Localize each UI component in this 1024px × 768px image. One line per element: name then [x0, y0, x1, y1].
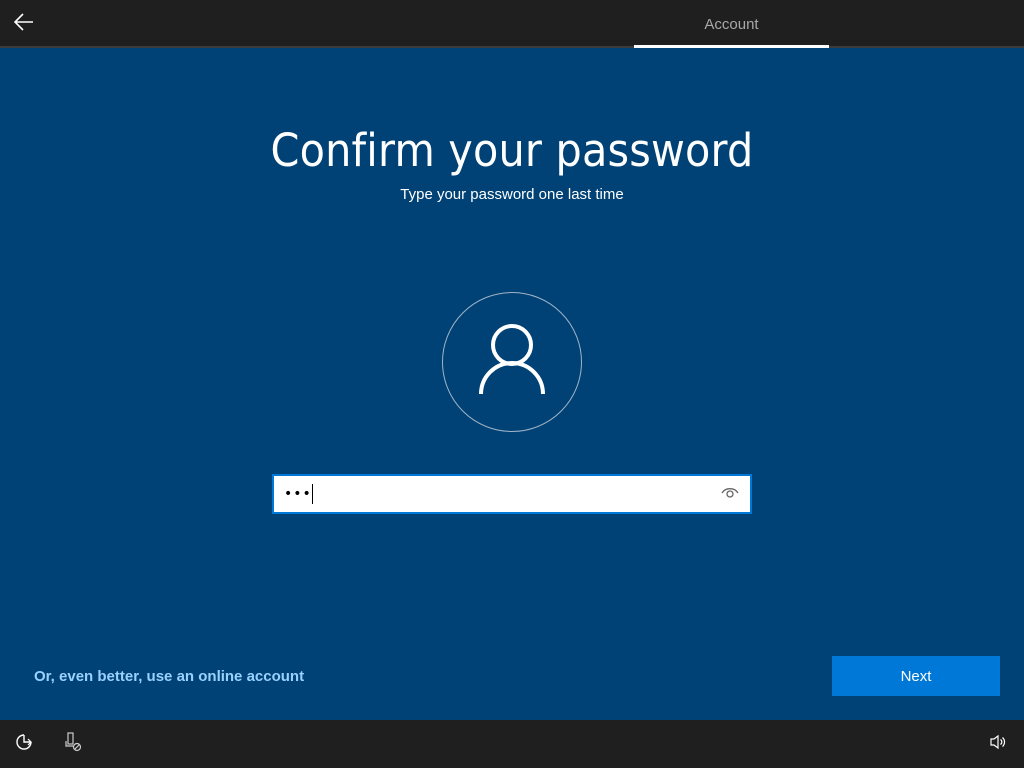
arrow-left-icon	[13, 12, 34, 36]
bottom-bar	[0, 720, 1024, 768]
back-button[interactable]	[10, 10, 38, 38]
text-caret	[311, 484, 313, 504]
active-tab-indicator	[634, 45, 829, 48]
online-account-link[interactable]: Or, even better, use an online account	[34, 668, 304, 685]
top-bar: Account	[0, 0, 1024, 48]
eye-icon	[720, 485, 740, 504]
next-button[interactable]: Next	[832, 656, 1000, 696]
password-value: •••	[284, 486, 312, 502]
reveal-password-button[interactable]	[718, 484, 742, 504]
avatar	[442, 292, 582, 432]
volume-button[interactable]	[986, 732, 1010, 756]
password-input[interactable]: •••	[272, 474, 752, 514]
microphone-off-icon	[64, 731, 82, 757]
microphone-button[interactable]	[61, 731, 85, 757]
ease-of-access-icon	[15, 733, 33, 756]
tab-account[interactable]: Account	[634, 0, 829, 48]
user-icon	[477, 322, 547, 403]
volume-icon	[989, 734, 1007, 755]
page-title: Confirm your password	[270, 124, 754, 177]
page-subtitle: Type your password one last time	[400, 186, 624, 203]
ease-of-access-button[interactable]	[12, 732, 36, 756]
